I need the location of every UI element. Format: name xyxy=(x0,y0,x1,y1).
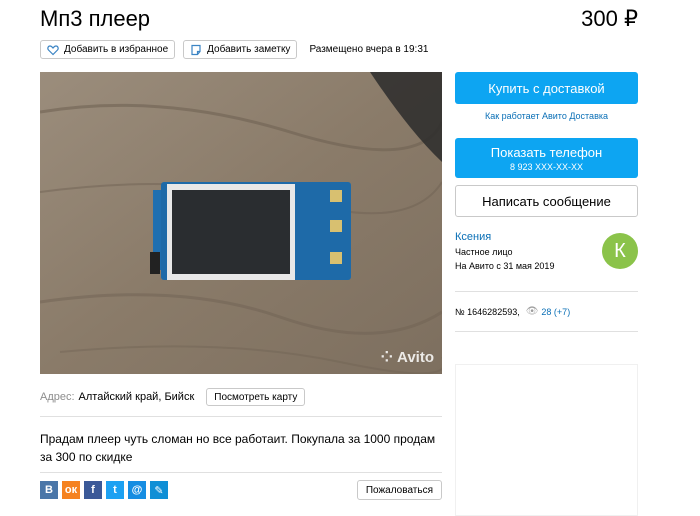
eye-icon: 👁 xyxy=(525,306,539,317)
mail-icon[interactable]: @ xyxy=(128,481,146,499)
address-label: Адрес: xyxy=(40,391,75,403)
listing-title: Мп3 плеер xyxy=(40,6,151,31)
complain-button[interactable]: Пожаловаться xyxy=(356,480,442,500)
avito-watermark: ⁘ Avito xyxy=(380,348,434,367)
photo-image xyxy=(40,72,442,374)
buy-with-delivery-button[interactable]: Купить с доставкой xyxy=(455,72,638,104)
note-icon xyxy=(191,44,201,55)
ad-placeholder xyxy=(455,364,638,516)
show-phone-button[interactable]: Показать телефон 8 923 XXX-XX-XX xyxy=(455,138,638,178)
share-buttons: Вок f t @ ✎ xyxy=(40,481,168,499)
avatar[interactable]: К xyxy=(602,233,638,269)
sidebar: Купить с доставкой Как работает Авито До… xyxy=(455,72,638,332)
address-value: Алтайский край, Бийск xyxy=(78,391,195,403)
odnoklassniki-icon[interactable]: ок xyxy=(62,481,80,499)
add-favorite-button[interactable]: Добавить в избранное xyxy=(40,40,176,59)
phone-number: 8 923 XXX-XX-XX xyxy=(509,161,584,172)
ad-meta: № 1646282593, 👁 28 (+7) xyxy=(455,306,638,317)
watermark-label: Avito xyxy=(397,348,434,366)
divider xyxy=(40,416,442,417)
views-count: 👁 28 (+7) xyxy=(526,306,570,317)
write-message-button[interactable]: Написать сообщение xyxy=(455,185,638,217)
listing-photo[interactable]: ⁘ Avito xyxy=(40,72,442,374)
view-map-button[interactable]: Посмотреть карту xyxy=(206,388,306,406)
seller-info: Ксения Частное лицо На Авито с 31 мая 20… xyxy=(455,231,638,279)
add-favorite-label: Добавить в избранное xyxy=(64,44,169,55)
divider xyxy=(455,291,638,292)
livejournal-icon[interactable]: ✎ xyxy=(150,481,168,499)
delivery-info-link[interactable]: Как работает Авито Доставка xyxy=(455,111,638,121)
listing-actions: Добавить в избранное Добавить заметку Ра… xyxy=(40,40,428,59)
avito-logo-icon: ⁘ xyxy=(380,349,394,366)
heart-icon xyxy=(47,44,59,55)
address-row: Адрес: Алтайский край, Бийск Посмотреть … xyxy=(40,388,306,406)
vk-icon[interactable]: В xyxy=(40,481,58,499)
posted-time: Размещено вчера в 19:31 xyxy=(309,44,429,55)
show-phone-label: Показать телефон xyxy=(490,144,603,160)
divider xyxy=(455,331,638,332)
ad-number: № 1646282593, xyxy=(455,306,520,317)
twitter-icon[interactable]: t xyxy=(106,481,124,499)
add-note-label: Добавить заметку xyxy=(207,44,291,55)
views-value: 28 (+7) xyxy=(541,306,571,317)
facebook-icon[interactable]: f xyxy=(84,481,102,499)
listing-description: Прадам плеер чуть сломан но все работаит… xyxy=(40,432,436,464)
divider xyxy=(40,472,442,473)
listing-price: 300 ₽ xyxy=(581,6,638,31)
add-note-button[interactable]: Добавить заметку xyxy=(183,40,298,59)
